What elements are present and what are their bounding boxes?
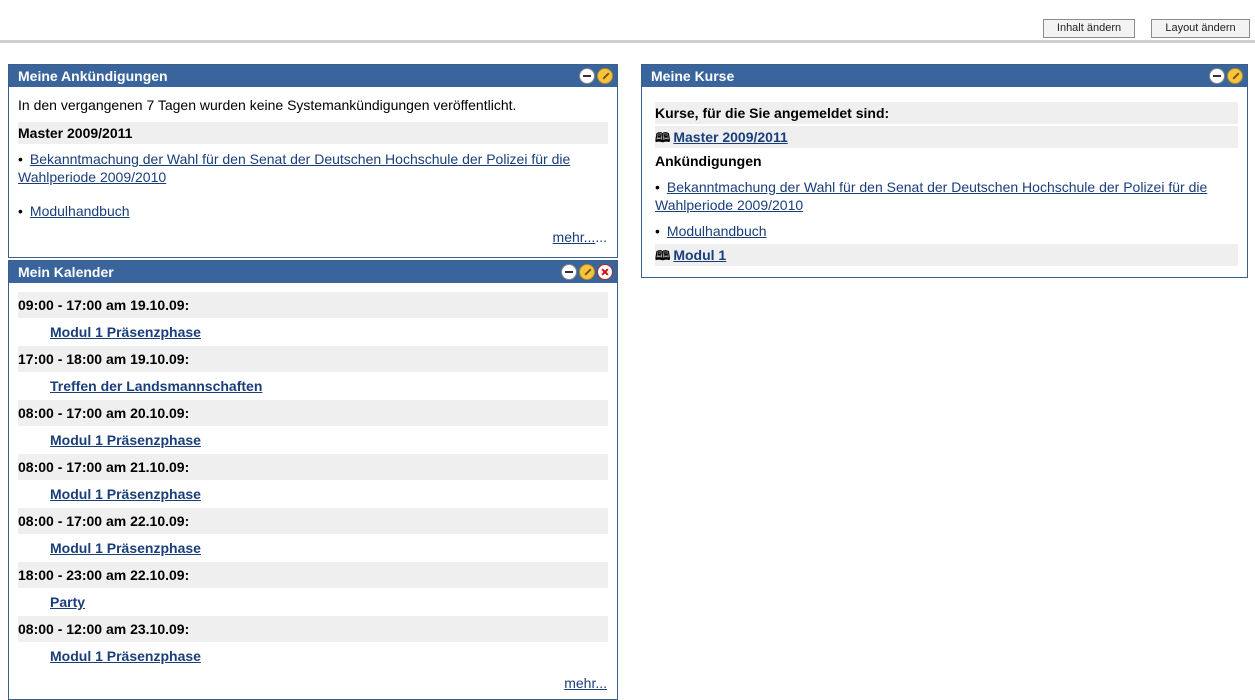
edit-icon[interactable]	[1227, 68, 1243, 84]
book-icon: 🕮	[655, 130, 671, 145]
course-item: 🕮 Modul 1	[655, 244, 1238, 266]
course-link-modul1[interactable]: Modul 1	[673, 247, 726, 263]
edit-icon[interactable]	[579, 264, 595, 280]
announcements-more: mehr......	[553, 229, 607, 245]
calendar-header: Mein Kalender	[9, 261, 617, 283]
courses-block: Meine Kurse Kurse, für die Sie angemelde…	[641, 64, 1248, 278]
calendar-event-time: 08:00 - 17:00 am 20.10.09:	[18, 400, 608, 426]
edit-layout-button[interactable]: Layout ändern	[1151, 19, 1250, 38]
calendar-event-time: 17:00 - 18:00 am 19.10.09:	[18, 346, 608, 372]
minimize-icon[interactable]	[579, 68, 595, 84]
minimize-icon[interactable]	[1209, 68, 1225, 84]
announcements-title: Meine Ankündigungen	[18, 68, 168, 84]
calendar-event: Modul 1 Präsenzphase	[18, 648, 608, 664]
courses-title: Meine Kurse	[651, 68, 735, 84]
calendar-event-link[interactable]: Modul 1 Präsenzphase	[50, 486, 201, 502]
calendar-event-time: 18:00 - 23:00 am 22.10.09:	[18, 562, 608, 588]
calendar-event: Party	[18, 594, 608, 610]
calendar-more-link[interactable]: mehr...	[564, 675, 607, 691]
announcements-header: Meine Ankündigungen	[9, 65, 617, 87]
announcement-link-modulhandbuch[interactable]: Modulhandbuch	[30, 203, 130, 219]
minimize-icon[interactable]	[561, 264, 577, 280]
calendar-event-link[interactable]: Modul 1 Präsenzphase	[50, 648, 201, 664]
course-link-master[interactable]: Master 2009/2011	[673, 129, 787, 145]
calendar-event-time: 09:00 - 17:00 am 19.10.09:	[18, 292, 608, 318]
more-suffix: ...	[595, 229, 607, 245]
courses-announcements-label: Ankündigungen	[655, 153, 762, 169]
course-announcement-link-modulhandbuch[interactable]: Modulhandbuch	[667, 223, 767, 239]
calendar-event: Modul 1 Präsenzphase	[18, 486, 608, 502]
close-icon[interactable]	[597, 264, 613, 280]
calendar-title: Mein Kalender	[18, 264, 114, 280]
edit-icon[interactable]	[597, 68, 613, 84]
course-item: 🕮 Master 2009/2011	[655, 126, 1238, 148]
top-toolbar: Inhalt ändern Layout ändern	[0, 0, 1255, 43]
toolbar-divider	[0, 40, 1255, 43]
courses-header: Meine Kurse	[642, 65, 1247, 87]
announcement-list-item: Bekanntmachung der Wahl für den Senat de…	[18, 150, 608, 186]
course-announcement-item: Modulhandbuch	[655, 223, 1238, 239]
edit-content-button[interactable]: Inhalt ändern	[1043, 19, 1135, 38]
course-announcement-item: Bekanntmachung der Wahl für den Senat de…	[655, 178, 1238, 214]
announcement-link-senat[interactable]: Bekanntmachung der Wahl für den Senat de…	[18, 151, 570, 185]
calendar-event: Treffen der Landsmannschaften	[18, 378, 608, 394]
calendar-event: Modul 1 Präsenzphase	[18, 540, 608, 556]
calendar-event: Modul 1 Präsenzphase	[18, 432, 608, 448]
calendar-event-time: 08:00 - 17:00 am 22.10.09:	[18, 508, 608, 534]
calendar-event: Modul 1 Präsenzphase	[18, 324, 608, 340]
courses-intro: Kurse, für die Sie angemeldet sind:	[655, 102, 1238, 124]
announcements-more-link[interactable]: mehr...	[553, 229, 596, 245]
announcement-list-item: Modulhandbuch	[18, 203, 608, 219]
system-announcement-text: In den vergangenen 7 Tagen wurden keine …	[18, 97, 517, 113]
calendar-event-time: 08:00 - 12:00 am 23.10.09:	[18, 616, 608, 642]
calendar-event-link[interactable]: Modul 1 Präsenzphase	[50, 540, 201, 556]
announcements-course-title: Master 2009/2011	[18, 122, 608, 144]
course-announcement-link-senat[interactable]: Bekanntmachung der Wahl für den Senat de…	[655, 179, 1207, 213]
calendar-event-link[interactable]: Modul 1 Präsenzphase	[50, 324, 201, 340]
calendar-event-link[interactable]: Treffen der Landsmannschaften	[50, 378, 262, 394]
announcements-block: Meine Ankündigungen In den vergangenen 7…	[8, 64, 618, 258]
calendar-event-time: 08:00 - 17:00 am 21.10.09:	[18, 454, 608, 480]
calendar-block: Mein Kalender 09:00 - 17:00 am 19.10.09:…	[8, 260, 618, 700]
calendar-more: mehr...	[564, 675, 607, 691]
calendar-event-link[interactable]: Modul 1 Präsenzphase	[50, 432, 201, 448]
calendar-event-link[interactable]: Party	[50, 594, 85, 610]
book-icon: 🕮	[655, 248, 671, 263]
